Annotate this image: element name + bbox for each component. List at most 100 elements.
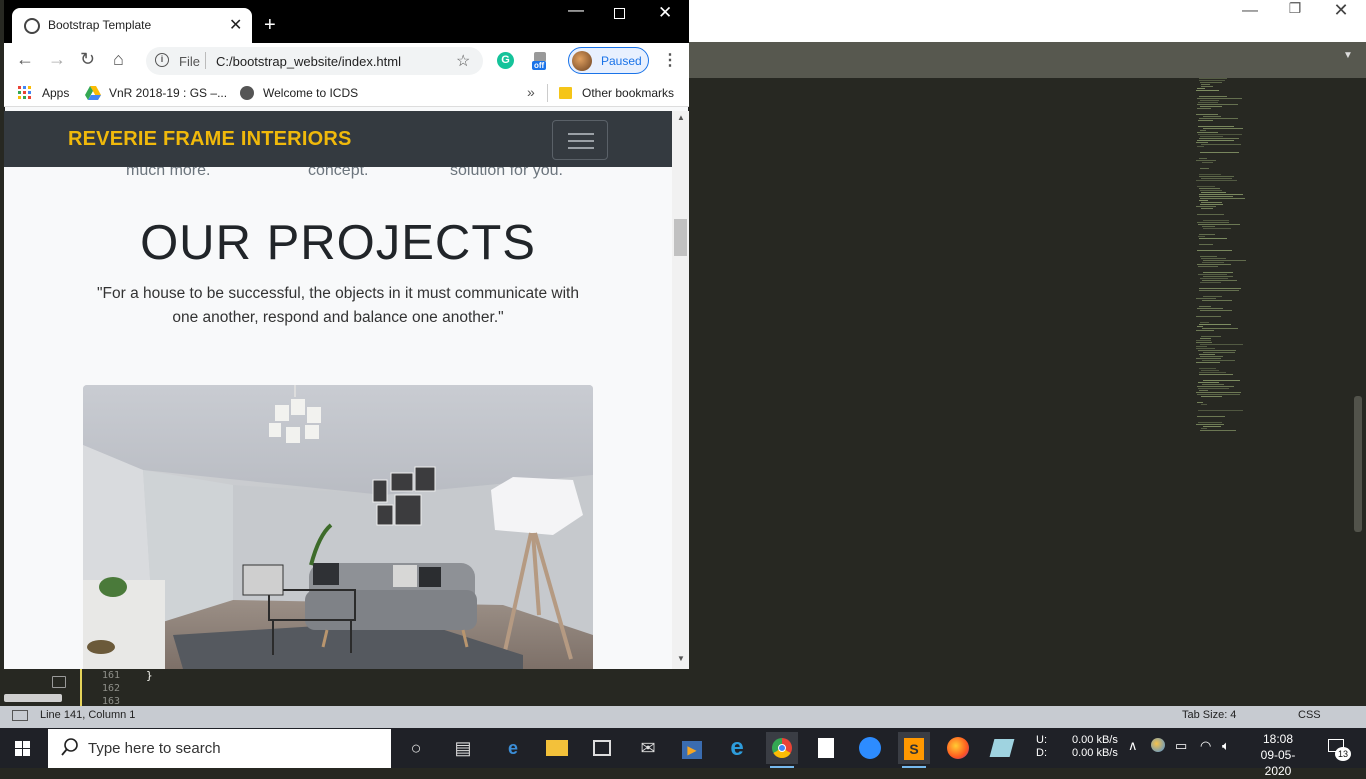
cortana-icon[interactable]: ○: [400, 732, 432, 764]
file-explorer-icon[interactable]: [541, 732, 573, 764]
task-view-icon[interactable]: ▤: [447, 732, 479, 764]
bookmark-apps[interactable]: Apps: [42, 86, 69, 100]
minimap-line: [1203, 380, 1240, 381]
minimap-line: [1201, 396, 1222, 397]
minimap-line: [1199, 80, 1225, 81]
minimap-line: [1201, 208, 1213, 209]
minimap-line: [1196, 392, 1241, 393]
minimap-line: [1196, 142, 1208, 143]
minimap-line: [1196, 342, 1212, 343]
minimap-line: [1200, 198, 1245, 199]
minimap-line: [1203, 276, 1233, 277]
panel-toggle-icon[interactable]: [12, 710, 28, 721]
chrome-icon[interactable]: [766, 732, 798, 768]
navbar-toggle-button[interactable]: [552, 120, 608, 160]
minimap-line: [1202, 262, 1224, 263]
extension-icon[interactable]: off: [530, 52, 550, 74]
minimap-line: [1200, 282, 1221, 283]
minimize-button[interactable]: —: [568, 2, 584, 20]
scroll-down-arrow-icon[interactable]: ▼: [677, 654, 685, 663]
sublime-text-icon[interactable]: S: [898, 732, 930, 768]
show-hidden-icons-chevron-icon[interactable]: ∧: [1128, 738, 1138, 754]
minimap-line: [1197, 104, 1238, 105]
minimap-line: [1200, 190, 1222, 191]
code-line[interactable]: }: [146, 669, 153, 682]
sublime-minimap[interactable]: [1196, 76, 1256, 436]
apps-grid-icon[interactable]: [18, 86, 32, 100]
scrollbar-thumb[interactable]: [674, 219, 687, 256]
edge-icon[interactable]: e: [497, 732, 529, 764]
minimap-line: [1203, 220, 1229, 221]
extension-badge: off: [532, 61, 547, 70]
search-icon: [61, 738, 78, 756]
forward-button[interactable]: →: [48, 49, 66, 70]
wifi-icon[interactable]: ◠: [1200, 738, 1211, 754]
minimap-line: [1201, 336, 1221, 337]
minimap-line: [1197, 146, 1204, 147]
syntax-selector[interactable]: CSS: [1298, 709, 1321, 721]
tab-dropdown-icon[interactable]: ▼: [1338, 50, 1358, 70]
tab-close-icon[interactable]: ✕: [229, 15, 242, 35]
minimap-line: [1201, 202, 1222, 203]
mail-icon[interactable]: ✉: [632, 732, 664, 764]
site-brand[interactable]: REVERIE FRAME INTERIORS: [68, 128, 352, 151]
action-center-icon[interactable]: 13: [1322, 735, 1351, 761]
sublime-title-bar: [689, 0, 1366, 42]
bookmark-star-icon[interactable]: ☆: [456, 51, 470, 71]
reload-button[interactable]: ↻: [80, 49, 95, 70]
firefox-icon[interactable]: [942, 732, 974, 764]
clock-time: 18:08: [1262, 732, 1294, 746]
minimap-line: [1197, 88, 1205, 89]
zoom-icon[interactable]: [854, 732, 886, 764]
close-window-button[interactable]: ✕: [658, 3, 672, 23]
sublime-restore-icon[interactable]: ❐: [1285, 0, 1305, 22]
home-button[interactable]: ⌂: [113, 49, 124, 70]
volume-icon[interactable]: 🔈︎: [1222, 738, 1230, 754]
bookmark-icds[interactable]: Welcome to ICDS: [263, 86, 358, 100]
scroll-up-arrow-icon[interactable]: ▲: [677, 113, 685, 122]
page-scrollbar[interactable]: [672, 111, 689, 669]
horizontal-scrollbar[interactable]: [4, 694, 62, 702]
sublime-scrollbar[interactable]: [1354, 396, 1362, 532]
sublime-minimize-icon[interactable]: —: [1240, 2, 1260, 22]
minimap-line: [1197, 186, 1215, 187]
maximize-button[interactable]: [614, 8, 625, 19]
grammarly-extension-icon[interactable]: G: [497, 52, 514, 69]
minimap-line: [1202, 226, 1215, 227]
minimap-line: [1199, 290, 1239, 291]
site-info-icon[interactable]: i: [155, 53, 169, 67]
battery-icon[interactable]: ▭: [1175, 738, 1187, 754]
minimap-line: [1200, 204, 1223, 205]
minimap-line: [1197, 386, 1234, 387]
minimap-line: [1201, 404, 1207, 405]
snipping-tool-icon[interactable]: [986, 732, 1018, 764]
download-label: D:: [1036, 747, 1047, 759]
search-placeholder: Type here to search: [88, 740, 221, 757]
url-text[interactable]: C:/bootstrap_website/index.html: [216, 54, 401, 69]
start-button[interactable]: [0, 728, 46, 768]
minimap-line: [1196, 160, 1216, 161]
system-clock[interactable]: 18:08 09-05-2020: [1250, 731, 1306, 779]
more-bookmarks-chevron-icon[interactable]: »: [527, 84, 535, 100]
notepad-icon[interactable]: [810, 732, 842, 764]
tab-size-selector[interactable]: Tab Size: 4: [1182, 709, 1236, 721]
media-player-icon[interactable]: ▶: [676, 732, 708, 764]
internet-explorer-icon[interactable]: e: [721, 732, 753, 764]
sublime-close-icon[interactable]: ✕: [1330, 0, 1352, 22]
back-button[interactable]: ←: [16, 49, 34, 70]
chrome-menu-icon[interactable]: ⋮: [662, 50, 678, 70]
minimap-line: [1197, 140, 1234, 141]
globe-icon: [240, 86, 254, 100]
weather-app-icon[interactable]: [1151, 738, 1165, 752]
minimap-line: [1196, 316, 1221, 317]
bookmark-vnr[interactable]: VnR 2018-19 : GS –...: [109, 86, 227, 100]
minimap-line: [1202, 280, 1237, 281]
other-bookmarks[interactable]: Other bookmarks: [582, 86, 674, 100]
minimap-line: [1203, 228, 1231, 229]
new-tab-button[interactable]: +: [264, 14, 276, 37]
minimap-line: [1198, 224, 1240, 225]
store-icon[interactable]: [586, 732, 618, 764]
minimap-line: [1201, 178, 1232, 179]
minimap-line: [1197, 250, 1232, 251]
minimap-line: [1196, 424, 1224, 425]
